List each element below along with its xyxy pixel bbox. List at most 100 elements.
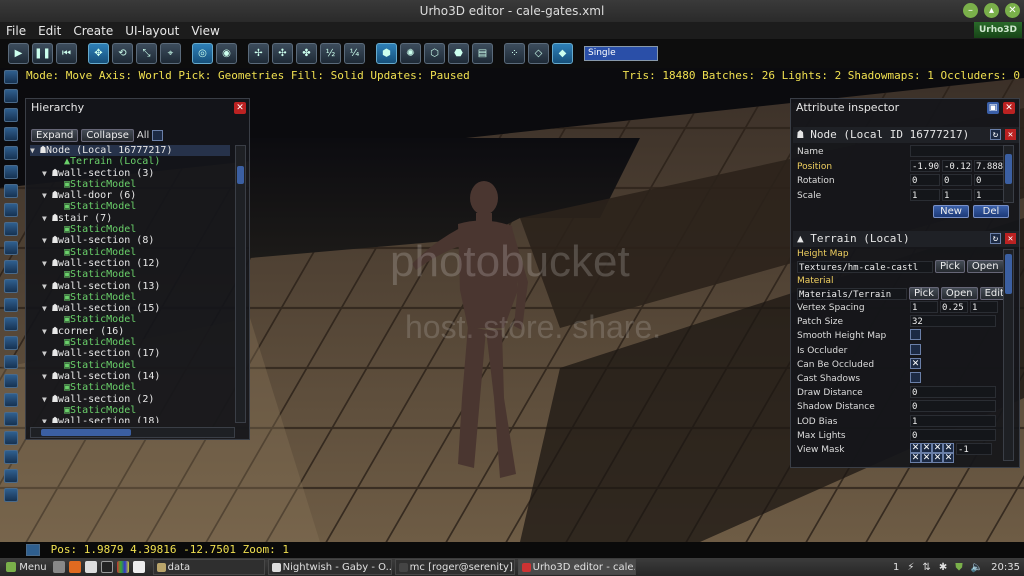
terrain-attrs-vscroll-thumb[interactable] xyxy=(1005,254,1012,294)
clock[interactable]: 20:35 xyxy=(991,562,1020,573)
viewport-mode-select[interactable]: Single xyxy=(584,46,658,61)
create-lineedit-icon[interactable] xyxy=(4,488,18,502)
new-var-button[interactable]: New xyxy=(933,205,969,218)
attr-value-field[interactable]: 0.25 xyxy=(940,301,968,313)
attr-checkbox[interactable]: ✕ xyxy=(910,357,921,369)
component-row[interactable]: ▣StaticModel xyxy=(30,405,230,416)
node-row[interactable]: ▼ ☗wall-door (6) xyxy=(30,190,230,201)
component-row[interactable]: ▣StaticModel xyxy=(30,179,230,190)
pause-icon[interactable]: ❚❚ xyxy=(32,43,53,64)
snap-move-icon[interactable]: ✢ xyxy=(248,43,269,64)
expand-arrow-icon[interactable]: ▼ xyxy=(42,348,52,359)
select-tool-icon[interactable]: ⌖ xyxy=(160,43,181,64)
workspace-number[interactable]: 1 xyxy=(893,562,899,573)
node-row[interactable]: ▼ ☗wall-section (18) xyxy=(30,416,230,423)
expand-arrow-icon[interactable]: ▼ xyxy=(42,371,52,382)
attr-value-field[interactable]: 1 xyxy=(910,301,938,313)
text-editor-icon[interactable] xyxy=(132,561,145,573)
attr-value-field[interactable]: 0 xyxy=(910,400,996,413)
snap-scale-icon[interactable]: ✤ xyxy=(296,43,317,64)
menu-view[interactable]: View xyxy=(185,24,225,38)
component-row[interactable]: ▣StaticModel xyxy=(30,201,230,212)
attr-value-field[interactable]: -0.12 xyxy=(942,159,972,172)
node-row[interactable]: ▼ ☗wall-section (15) xyxy=(30,303,230,314)
show-desktop-icon[interactable] xyxy=(52,561,65,573)
mask-bit-checkbox[interactable]: ✕ xyxy=(932,443,943,453)
attr-value-field[interactable]: 0 xyxy=(942,174,972,186)
expand-arrow-icon[interactable]: ▼ xyxy=(30,145,40,156)
attr-value-field[interactable]: 32 xyxy=(910,315,996,328)
component-row[interactable]: ▲Terrain (Local) xyxy=(30,156,230,167)
create-animated-icon[interactable] xyxy=(4,184,18,198)
component-row[interactable]: ▣StaticModel xyxy=(30,337,230,348)
terrain-close-icon[interactable]: ✕ xyxy=(1005,233,1016,244)
menu-ui-layout[interactable]: UI-layout xyxy=(119,24,185,38)
node-row[interactable]: ▼ ☗wall-section (3) xyxy=(30,168,230,179)
height-map-open-button[interactable]: Open xyxy=(966,260,1004,273)
taskbar-window-button[interactable]: data xyxy=(152,559,265,575)
move-tool-icon[interactable]: ✥ xyxy=(88,43,109,64)
node-row[interactable]: ▼ ☗Node (Local 16777217) xyxy=(30,145,230,157)
mask-bit-checkbox[interactable]: ✕ xyxy=(910,443,921,453)
expand-arrow-icon[interactable]: ▼ xyxy=(42,258,52,269)
inspector-close-icon[interactable]: ✕ xyxy=(1003,102,1015,114)
node-row[interactable]: ▼ ☗stair (7) xyxy=(30,213,230,224)
create-text-icon[interactable] xyxy=(4,317,18,331)
create-checkbox-icon[interactable] xyxy=(4,393,18,407)
restart-icon[interactable]: ⏮ xyxy=(56,43,77,64)
component-row[interactable]: ▣StaticModel xyxy=(30,269,230,280)
create-sound-icon[interactable] xyxy=(4,241,18,255)
taskbar-window-button[interactable]: Nightwish - Gaby - O... xyxy=(267,559,392,575)
component-row[interactable]: ▣StaticModel xyxy=(30,382,230,393)
node-row[interactable]: ▼ ☗wall-section (8) xyxy=(30,235,230,246)
expand-button[interactable]: Expand xyxy=(31,129,79,142)
node-close-icon[interactable]: ✕ xyxy=(1005,129,1016,140)
play-icon[interactable]: ▶ xyxy=(8,43,29,64)
attr-value-field[interactable]: 0 xyxy=(910,386,996,399)
menu-create[interactable]: Create xyxy=(67,24,119,38)
close-window-icon[interactable]: ✕ xyxy=(1005,3,1020,18)
component-row[interactable]: ▣StaticModel xyxy=(30,224,230,235)
expand-arrow-icon[interactable]: ▼ xyxy=(42,416,52,423)
attr-value-field[interactable]: 0 xyxy=(974,174,1004,186)
volume-icon[interactable]: 🔈 xyxy=(971,562,983,573)
attr-value-field[interactable]: 1 xyxy=(942,188,972,201)
expand-arrow-icon[interactable]: ▼ xyxy=(42,326,52,337)
height-map-field[interactable]: Textures/hm-cale-castl xyxy=(797,260,933,273)
pick-rigidbody-icon[interactable]: ⬣ xyxy=(448,43,469,64)
taskbar-window-button[interactable]: Urho3D editor - cale... xyxy=(517,559,636,575)
expand-arrow-icon[interactable]: ▼ xyxy=(42,281,52,292)
create-list-icon[interactable] xyxy=(4,450,18,464)
mask-bit-checkbox[interactable]: ✕ xyxy=(921,443,932,453)
create-zone-icon[interactable] xyxy=(4,146,18,160)
create-slider-icon[interactable] xyxy=(4,412,18,426)
create-navmesh-icon[interactable] xyxy=(4,336,18,350)
component-row[interactable]: ▣StaticModel xyxy=(30,314,230,325)
axis-local-icon[interactable]: ◉ xyxy=(216,43,237,64)
all-checkbox[interactable] xyxy=(152,130,164,141)
attr-checkbox[interactable] xyxy=(910,343,921,355)
create-sprite-icon[interactable] xyxy=(4,469,18,483)
node-row[interactable]: ▼ ☗corner (16) xyxy=(30,326,230,337)
start-menu-button[interactable]: Menu xyxy=(0,561,53,573)
create-ui-element-icon[interactable] xyxy=(4,355,18,369)
expand-arrow-icon[interactable]: ▼ xyxy=(42,394,52,405)
hierarchy-hscroll-thumb[interactable] xyxy=(41,429,131,436)
node-row[interactable]: ▼ ☗wall-section (12) xyxy=(30,258,230,269)
material-field[interactable]: Materials/Terrain xyxy=(797,287,907,300)
height-map-pick-button[interactable]: Pick xyxy=(935,260,965,273)
node-attrs-vscroll[interactable] xyxy=(1003,145,1014,203)
mask-bit-checkbox[interactable]: ✕ xyxy=(943,453,954,463)
create-light-icon[interactable] xyxy=(4,108,18,122)
delete-var-button[interactable]: Del xyxy=(973,205,1009,218)
fill-point-icon[interactable]: ⁘ xyxy=(504,43,525,64)
attr-checkbox[interactable] xyxy=(910,329,921,341)
attr-value-field[interactable]: 1 xyxy=(974,188,1004,201)
material-pick-button[interactable]: Pick xyxy=(909,287,939,300)
snap-half-icon[interactable]: ½ xyxy=(320,43,341,64)
shield-icon[interactable]: ⛊ xyxy=(955,562,963,573)
hierarchy-hscroll[interactable] xyxy=(30,427,235,438)
create-window-icon[interactable] xyxy=(4,431,18,445)
node-reset-icon[interactable]: ↻ xyxy=(990,129,1001,140)
fill-solid-icon[interactable]: ◆ xyxy=(552,43,573,64)
